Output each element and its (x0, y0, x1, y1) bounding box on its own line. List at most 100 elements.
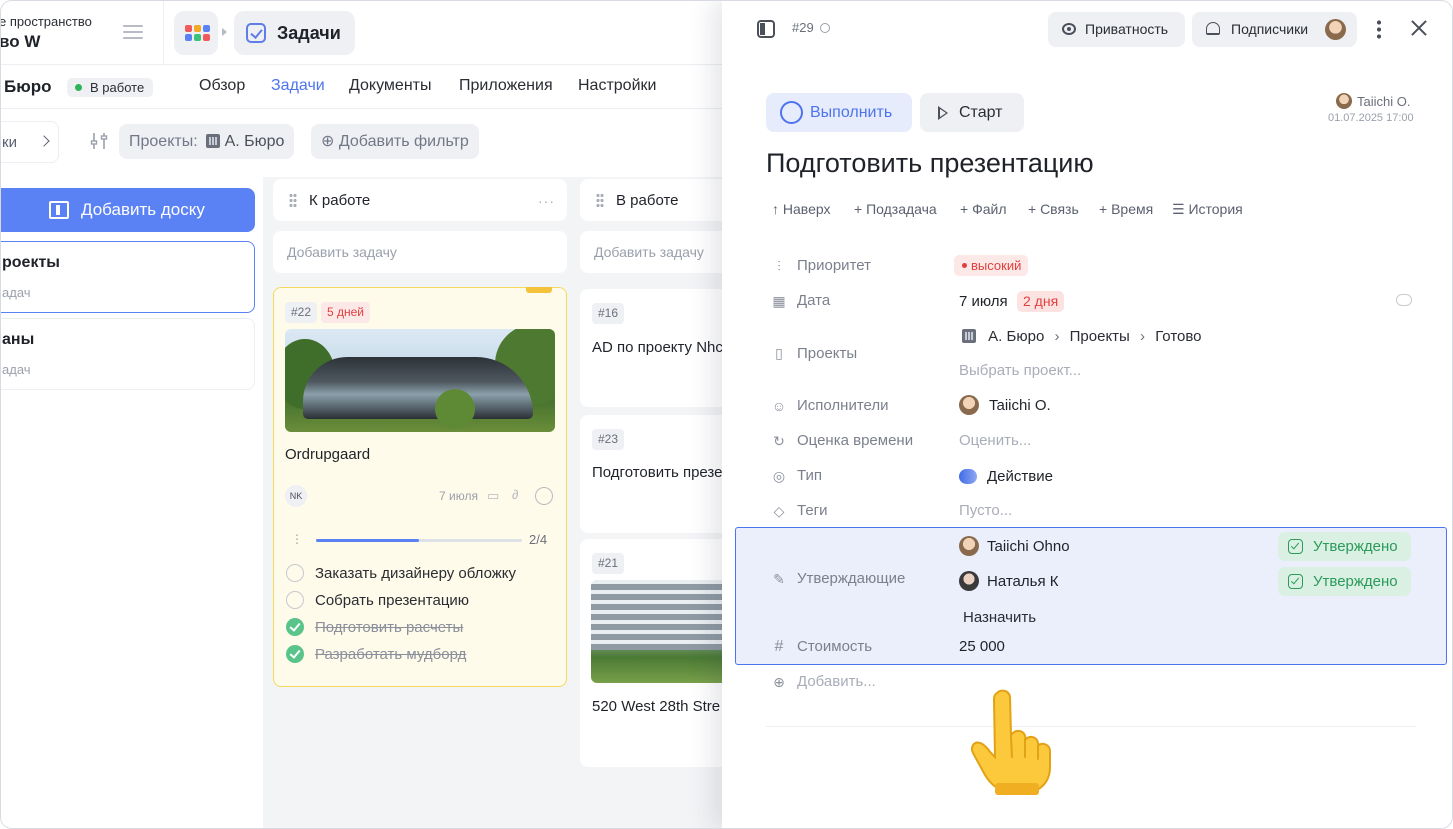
add-time-action[interactable]: + Время (1099, 201, 1153, 217)
bell-icon (1206, 22, 1220, 35)
move-up-action[interactable]: ↑ Наверх (772, 201, 830, 217)
complete-label: Выполнить (810, 104, 893, 121)
select-project-input[interactable]: Выбрать проект... (959, 362, 1081, 379)
plus-circle-icon: ⊕ (773, 674, 785, 690)
add-file-action[interactable]: + Файл (960, 201, 1006, 217)
tag-icon: ◇ (773, 503, 785, 519)
menu-icon[interactable] (123, 23, 145, 41)
tab-overview[interactable]: Обзор (199, 77, 245, 95)
tags-input[interactable]: Пусто... (959, 502, 1012, 519)
privacy-label: Приватность (1085, 21, 1169, 37)
breadcrumb-label: Задачи (277, 23, 341, 43)
approver-name[interactable]: Наталья К (987, 573, 1058, 590)
sidebar-toggle-icon[interactable] (757, 20, 775, 38)
building-icon (206, 134, 221, 148)
comment-icon[interactable]: ▭ (487, 488, 499, 504)
subtask-item[interactable]: Собрать презентацию (286, 591, 469, 609)
cost-label: Стоимость (797, 638, 873, 655)
panel-header: #29 Приватность Подписчики (722, 1, 1452, 57)
task-cover-image (591, 580, 731, 683)
add-property-button[interactable]: Добавить... (797, 673, 876, 690)
column-header[interactable]: К работе ··· (273, 179, 567, 221)
add-task-button[interactable]: Добавить задачу (273, 231, 567, 273)
filter-sliders-icon[interactable] (89, 131, 109, 151)
author-name: Taiichi O. (1357, 94, 1411, 109)
project-path[interactable]: А. Бюро › Проекты › Готово (962, 328, 1202, 345)
type-value[interactable]: Действие (987, 468, 1053, 485)
priority-badge[interactable]: высокий (954, 255, 1029, 276)
author-avatar (1336, 93, 1352, 109)
repeat-icon[interactable] (1396, 294, 1412, 306)
apps-button[interactable] (174, 11, 218, 55)
task-card[interactable]: #22 5 дней Ordrupgaard NK 7 июля ▭ ∂ ⋮ 2… (273, 287, 567, 687)
subtask-item[interactable]: Подготовить расчеты (286, 618, 463, 636)
app-window: е пространство во W Задачи Бюро В работе… (0, 0, 1453, 829)
chevron-right-icon (38, 135, 50, 147)
assignee-avatar (959, 395, 979, 415)
drag-handle-icon[interactable] (596, 193, 604, 208)
subtask-label: Собрать презентацию (315, 592, 470, 609)
check-circle-icon[interactable] (286, 618, 304, 636)
subtask-item[interactable]: Разработать мудборд (286, 645, 466, 663)
subtask-label: Подготовить расчеты (315, 619, 464, 636)
approver-avatar (959, 536, 979, 556)
subscribers-button[interactable]: Подписчики (1192, 12, 1357, 47)
circle-icon[interactable] (286, 591, 304, 609)
check-circle-icon[interactable] (286, 645, 304, 663)
tab-documents[interactable]: Документы (349, 77, 431, 95)
approver-avatar (959, 571, 979, 591)
add-board-button[interactable]: Добавить доску (1, 188, 255, 232)
task-number: #29 (792, 20, 814, 35)
subtask-progress-bar (316, 539, 522, 542)
days-left-badge: 2 дня (1017, 291, 1065, 312)
estimate-input[interactable]: Оценить... (959, 432, 1031, 449)
chevron-right-icon: › (1140, 328, 1146, 345)
approver-name[interactable]: Taiichi Ohno (987, 538, 1070, 555)
more-vertical-icon[interactable] (1377, 19, 1381, 39)
assign-approver-button[interactable]: Назначить (963, 609, 1036, 626)
complete-button[interactable]: Выполнить (766, 93, 912, 132)
add-link-action[interactable]: + Связь (1028, 201, 1079, 217)
more-icon[interactable]: ··· (538, 193, 555, 209)
column-title: В работе (616, 192, 679, 209)
start-button[interactable]: Старт (920, 93, 1024, 132)
workspace-name[interactable]: во W (1, 32, 40, 52)
drag-handle-icon[interactable] (289, 193, 297, 208)
plus-circle-icon: ⊕ (321, 133, 339, 150)
breadcrumb-separator-icon (222, 28, 227, 36)
board-item[interactable]: аны адач (1, 318, 255, 390)
cost-value[interactable]: 25 000 (959, 638, 1005, 655)
tab-apps[interactable]: Приложения (459, 77, 553, 95)
task-title: 520 West 28th Stre (592, 698, 721, 715)
tab-settings[interactable]: Настройки (578, 77, 656, 95)
project-path-item: Готово (1155, 328, 1202, 345)
boards-sidebar: Добавить доску роекты адач аны адач (1, 177, 263, 828)
complete-circle-icon[interactable] (535, 487, 553, 505)
board-selector[interactable]: ки (1, 121, 59, 163)
approval-status-badge[interactable]: Утверждено (1278, 567, 1411, 596)
task-title[interactable]: Подготовить презентацию (766, 148, 1094, 179)
date-value[interactable]: 7 июля (959, 293, 1008, 310)
project-status-badge[interactable]: В работе (67, 78, 154, 97)
privacy-button[interactable]: Приватность (1048, 12, 1185, 47)
attachment-icon[interactable]: ∂ (512, 487, 518, 502)
filter-bar: ки Проекты: А. Бюро ⊕ Добавить фильтр (1, 109, 741, 177)
breadcrumb-tasks[interactable]: Задачи (234, 11, 355, 55)
link-icon[interactable] (817, 20, 833, 36)
close-icon[interactable] (1410, 19, 1428, 37)
add-filter-button[interactable]: ⊕ Добавить фильтр (311, 124, 479, 159)
tab-tasks[interactable]: Задачи (271, 77, 325, 95)
type-label: Тип (797, 467, 823, 484)
circle-icon[interactable] (286, 564, 304, 582)
add-subtask-action[interactable]: + Подзадача (854, 201, 937, 217)
tags-label: Теги (797, 502, 828, 519)
approval-status-label: Утверждено (1313, 538, 1398, 555)
assignee-name[interactable]: Taiichi O. (989, 397, 1051, 414)
assignee-avatar: NK (285, 485, 307, 507)
subtask-item[interactable]: Заказать дизайнеру обложку (286, 564, 516, 582)
projects-filter-chip[interactable]: Проекты: А. Бюро (119, 124, 295, 159)
check-square-icon (1288, 574, 1303, 589)
approval-status-badge[interactable]: Утверждено (1278, 532, 1411, 561)
history-action[interactable]: ☰ История (1172, 201, 1243, 218)
board-item[interactable]: роекты адач (1, 241, 255, 313)
